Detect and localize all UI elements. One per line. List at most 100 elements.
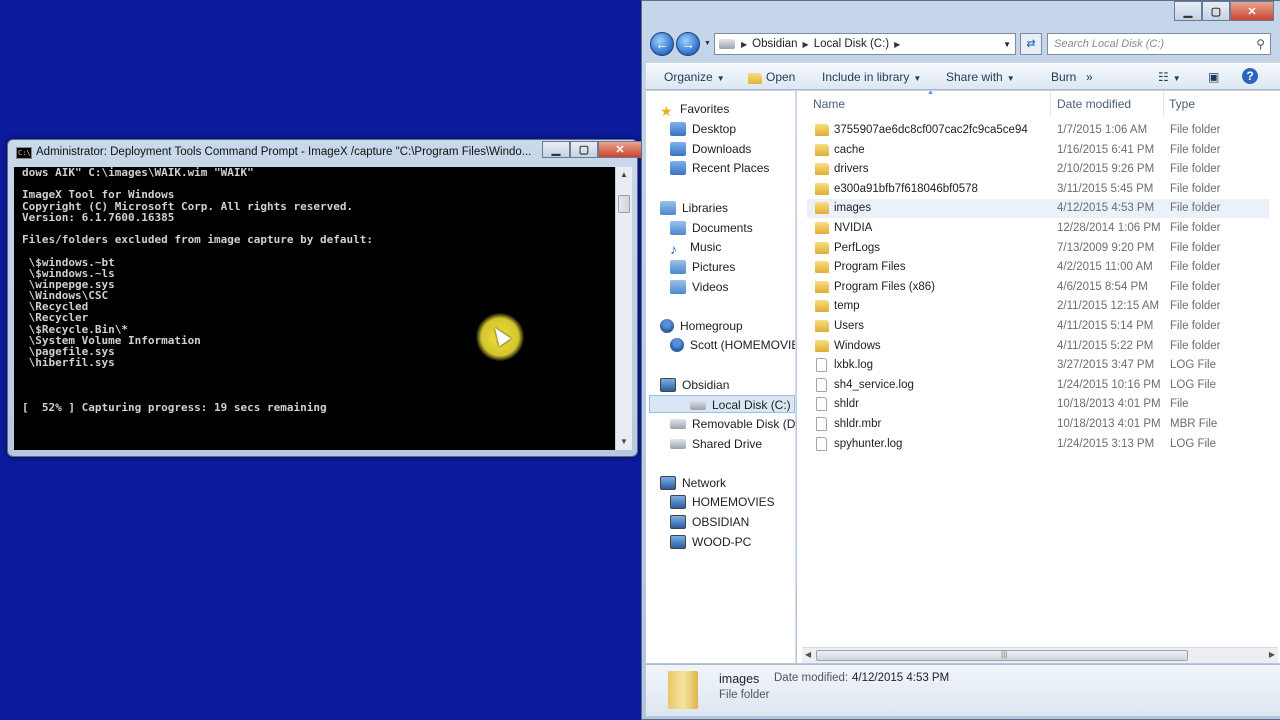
nav-item-removable-disk-d[interactable]: Removable Disk (D:)	[670, 415, 795, 433]
nav-item-wood-pc[interactable]: WOOD-PC	[670, 533, 751, 551]
explorer-close-button[interactable]: ✕	[1230, 1, 1274, 21]
file-row[interactable]: e300a91bfb7f618046bf0578 3/11/2015 5:45 P…	[807, 180, 1269, 199]
scrollbar-thumb[interactable]	[618, 195, 630, 213]
organize-button[interactable]: Organize ▼	[664, 70, 725, 84]
file-list[interactable]: Name ▲ Date modified Type 3755907ae6dc8c…	[797, 91, 1280, 663]
file-row[interactable]: Program Files 4/2/2015 11:00 AM File folde…	[807, 258, 1269, 277]
file-row[interactable]: NVIDIA 12/28/2014 1:06 PM File folder	[807, 219, 1269, 238]
breadcrumb-separator-icon[interactable]: ▶	[803, 40, 809, 49]
refresh-button[interactable]: ⇄	[1020, 33, 1042, 55]
cmd-vertical-scrollbar[interactable]: ▲ ▼	[615, 167, 632, 450]
scroll-up-icon[interactable]: ▲	[616, 167, 632, 183]
console-line: Version: 6.1.7600.16385	[22, 210, 175, 224]
maximize-icon: ▢	[1210, 5, 1222, 18]
file-row[interactable]: Program Files (x86) 4/6/2015 8:54 PM File …	[807, 278, 1269, 297]
command-bar: Organize ▼ Open Include in library ▼ Share…	[646, 63, 1280, 90]
breadcrumb-separator-icon[interactable]: ▶	[894, 40, 900, 49]
nav-item-homegroup[interactable]: Homegroup	[660, 317, 743, 335]
nav-item-label: Homegroup	[680, 319, 743, 333]
search-input[interactable]: Search Local Disk (C:) ⚲	[1047, 33, 1271, 55]
nav-item-scott-homemovie[interactable]: Scott (HOMEMOVIE	[670, 336, 795, 354]
file-row[interactable]: Users 4/11/2015 5:14 PM File folder	[807, 317, 1269, 336]
nav-item-libraries[interactable]: Libraries	[660, 199, 728, 217]
pictures-icon	[670, 260, 686, 274]
navigation-pane[interactable]: ★ Favorites Desktop Downloads Recent Places L…	[646, 91, 796, 663]
folder-icon	[815, 202, 829, 215]
burn-button[interactable]: Burn	[1051, 70, 1076, 84]
maximize-icon: ▢	[578, 144, 590, 156]
file-row[interactable]: spyhunter.log 1/24/2015 3:13 PM LOG File	[807, 435, 1269, 454]
nav-item-label: Desktop	[692, 122, 737, 136]
more-commands-button[interactable]: »	[1086, 70, 1093, 84]
nav-item-network[interactable]: Network	[660, 474, 726, 492]
change-view-button[interactable]: ☷ ▼	[1158, 70, 1181, 84]
nav-item-downloads[interactable]: Downloads	[670, 140, 751, 158]
cmd-titlebar[interactable]: C:\ Administrator: Deployment Tools Comm…	[8, 140, 642, 166]
nav-item-obsidian[interactable]: OBSIDIAN	[670, 513, 749, 531]
nav-item-shared-drive[interactable]: Shared Drive	[670, 435, 762, 453]
column-header-date[interactable]: Date modified	[1057, 97, 1131, 111]
file-row[interactable]: cache 1/16/2015 6:41 PM File folder	[807, 141, 1269, 160]
nav-item-desktop[interactable]: Desktop	[670, 120, 736, 138]
open-button[interactable]: Open	[748, 70, 795, 84]
nav-item-videos[interactable]: Videos	[670, 278, 728, 296]
open-folder-icon	[748, 73, 762, 84]
horizontal-scrollbar[interactable]: ◀ ||| ▶	[802, 647, 1278, 663]
help-button[interactable]: ?	[1242, 68, 1258, 84]
nav-item-pictures[interactable]: Pictures	[670, 258, 735, 276]
close-button[interactable]: ✕	[598, 141, 642, 158]
include-in-library-button[interactable]: Include in library ▼	[822, 70, 921, 84]
share-with-button[interactable]: Share with ▼	[946, 70, 1015, 84]
file-row[interactable]: shldr.mbr 10/18/2013 4:01 PM MBR File	[807, 415, 1269, 434]
column-divider[interactable]	[1050, 91, 1051, 117]
explorer-minimize-button[interactable]: ▁	[1174, 1, 1202, 21]
file-row[interactable]: lxbk.log 3/27/2015 3:47 PM LOG File	[807, 356, 1269, 375]
forward-button[interactable]: →	[676, 32, 700, 56]
file-row[interactable]: PerfLogs 7/13/2009 9:20 PM File folder	[807, 239, 1269, 258]
column-header-type[interactable]: Type	[1169, 97, 1195, 111]
file-row[interactable]: shldr 10/18/2013 4:01 PM File	[807, 395, 1269, 414]
command-prompt-window[interactable]: C:\ Administrator: Deployment Tools Comm…	[7, 139, 642, 457]
nav-item-favorites[interactable]: ★ Favorites	[660, 100, 729, 119]
console-output[interactable]: dows AIK" C:\images\WAIK.wim "WAIK" Image…	[14, 167, 615, 450]
scroll-right-icon[interactable]: ▶	[1269, 650, 1275, 659]
address-dropdown-icon[interactable]: ▼	[1003, 40, 1011, 49]
back-button[interactable]: ←	[650, 32, 674, 56]
nav-item-homemovies[interactable]: HOMEMOVIES	[670, 493, 775, 511]
recent-pages-dropdown-icon[interactable]: ▼	[704, 40, 711, 47]
search-icon[interactable]: ⚲	[1256, 37, 1265, 51]
chevron-down-icon: ▼	[716, 74, 725, 83]
nav-item-music[interactable]: ♪ Music	[670, 238, 721, 257]
console-line: dows AIK" C:\images\WAIK.wim "WAIK"	[22, 167, 254, 179]
console-line: \Windows\CSC	[22, 289, 109, 303]
explorer-window[interactable]: ▁ ▢ ✕ ← → ▼ ▶ Obsidian ▶ Local Disk (C:)…	[641, 0, 1280, 720]
breadcrumb-local-disk[interactable]: Local Disk (C:)	[814, 38, 889, 50]
file-row[interactable]: drivers 2/10/2015 9:26 PM File folder	[807, 160, 1269, 179]
column-divider[interactable]	[1163, 91, 1164, 117]
file-row[interactable]: Windows 4/11/2015 5:22 PM File folder	[807, 337, 1269, 356]
nav-item-local-disk-c[interactable]: Local Disk (C:)	[649, 395, 795, 413]
scrollbar-thumb[interactable]: |||	[816, 650, 1188, 661]
nav-item-obsidian[interactable]: Obsidian	[660, 376, 729, 394]
breadcrumb-separator-icon[interactable]: ▶	[741, 40, 747, 49]
file-row[interactable]: 3755907ae6dc8cf007cac2fc9ca5ce94 1/7/2015…	[807, 121, 1269, 140]
nav-item-documents[interactable]: Documents	[670, 219, 753, 237]
file-name: shldr.mbr	[834, 418, 882, 430]
nav-item-recent-places[interactable]: Recent Places	[670, 159, 769, 177]
file-type: LOG File	[1170, 359, 1217, 372]
address-bar[interactable]: ▶ Obsidian ▶ Local Disk (C:) ▶ ▼	[714, 33, 1016, 55]
preview-pane-button[interactable]: ▣	[1208, 70, 1219, 84]
maximize-button[interactable]: ▢	[570, 141, 598, 158]
file-type: LOG File	[1170, 437, 1217, 450]
file-row[interactable]: images 4/12/2015 4:53 PM File folder	[807, 199, 1269, 219]
column-header-name[interactable]: Name	[813, 97, 845, 111]
minimize-button[interactable]: ▁	[542, 141, 570, 158]
file-row[interactable]: sh4_service.log 1/24/2015 10:16 PM LOG Fil…	[807, 376, 1269, 395]
scroll-down-icon[interactable]: ▼	[616, 434, 632, 450]
file-name: PerfLogs	[834, 241, 881, 254]
scroll-left-icon[interactable]: ◀	[805, 650, 811, 659]
file-name: 3755907ae6dc8cf007cac2fc9ca5ce94	[834, 124, 1028, 136]
file-row[interactable]: temp 2/11/2015 12:15 AM File folder	[807, 297, 1269, 316]
breadcrumb-obsidian[interactable]: Obsidian	[752, 38, 797, 50]
explorer-maximize-button[interactable]: ▢	[1202, 1, 1230, 21]
